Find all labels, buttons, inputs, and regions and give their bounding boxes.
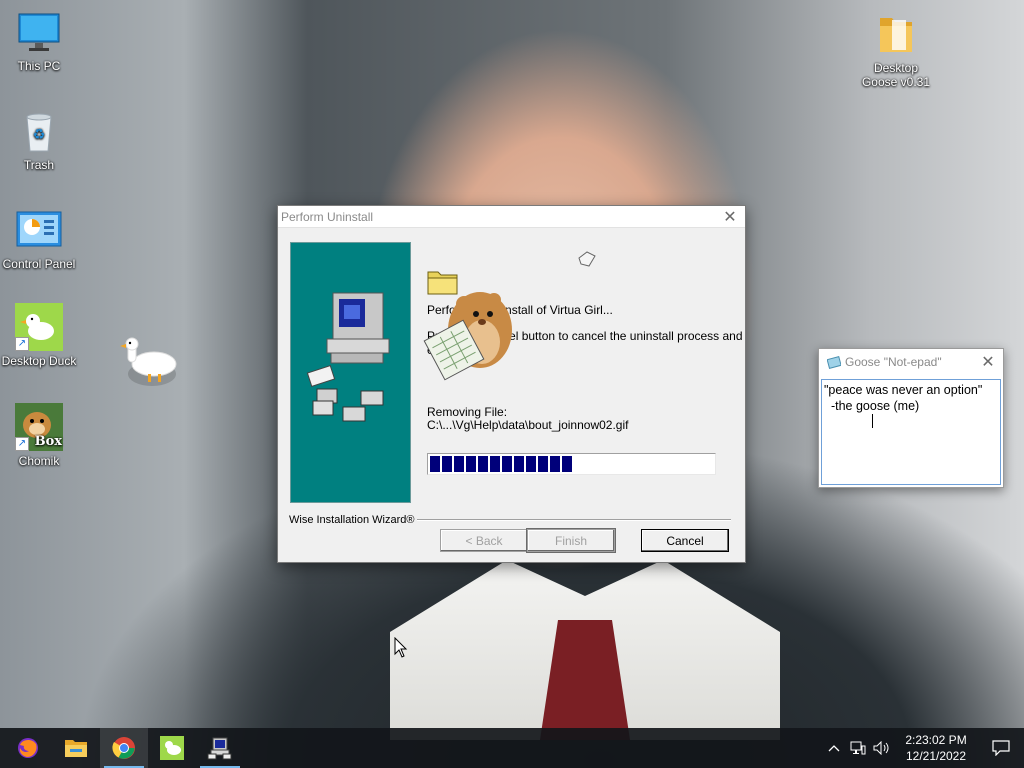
uninstall-wizard-window: Perform Uninstall ✕ Performing uninstall… bbox=[277, 205, 746, 563]
desktop-icon-label: Desktop Duck bbox=[1, 354, 77, 368]
desktop-goose-sprite[interactable] bbox=[118, 334, 182, 392]
taskbar-desktop-duck[interactable] bbox=[148, 728, 196, 768]
taskbar-file-explorer[interactable] bbox=[52, 728, 100, 768]
mouse-cursor-icon bbox=[394, 637, 408, 658]
progress-block bbox=[466, 456, 476, 472]
notification-center-icon[interactable] bbox=[978, 728, 1024, 768]
wizard-side-banner bbox=[290, 242, 411, 503]
firefox-icon bbox=[18, 738, 38, 758]
wizard-brand-label: Wise Installation Wizard® bbox=[289, 514, 418, 526]
goose-notepad-window: Goose "Not-epad" ✕ "peace was never an o… bbox=[818, 348, 1004, 488]
shortcut-arrow-icon: ↗ bbox=[15, 337, 29, 351]
show-hidden-icons-chevron-icon[interactable] bbox=[822, 728, 846, 768]
desktop-icon-label: This PC bbox=[17, 59, 61, 73]
taskbar-uninstaller[interactable] bbox=[196, 728, 244, 768]
folder-icon bbox=[872, 10, 920, 58]
file-explorer-icon bbox=[65, 740, 87, 757]
progress-block bbox=[502, 456, 512, 472]
volume-icon[interactable] bbox=[870, 728, 894, 768]
back-button[interactable]: < Back bbox=[440, 529, 528, 552]
control-panel-icon bbox=[15, 206, 63, 254]
desktop-icon-desktop-duck[interactable]: ↗ Desktop Duck bbox=[0, 303, 78, 368]
removing-file-path: C:\...\Vg\Help\data\bout_joinnow02.gif bbox=[427, 418, 629, 432]
notepad-titlebar[interactable]: Goose "Not-epad" ✕ bbox=[819, 349, 1003, 375]
progress-block bbox=[454, 456, 464, 472]
desktop-icon-control-panel[interactable]: Control Panel bbox=[0, 206, 78, 271]
window-title: Perform Uninstall bbox=[281, 209, 374, 224]
window-title: Goose "Not-epad" bbox=[845, 355, 942, 369]
desktop-icon-label: Desktop Goose v0.31 bbox=[861, 61, 931, 89]
box-badge: Box bbox=[34, 434, 62, 449]
hamster-sprite bbox=[423, 292, 512, 381]
duck-app-icon: ↗ bbox=[15, 303, 63, 351]
desktop-icon-label: Control Panel bbox=[2, 257, 76, 271]
progress-block bbox=[478, 456, 488, 472]
recycle-bin-icon: ♻ bbox=[15, 107, 63, 155]
desktop-icon-trash[interactable]: ♻ Trash bbox=[0, 107, 78, 172]
close-icon[interactable]: ✕ bbox=[715, 206, 745, 228]
progress-block bbox=[442, 456, 452, 472]
uninstall-progress-bar bbox=[427, 453, 716, 475]
desktop-icon-chomik[interactable]: Box ↗ Chomik bbox=[0, 403, 78, 468]
text-caret bbox=[872, 414, 873, 428]
notepad-icon bbox=[827, 355, 841, 369]
wizard-separator bbox=[411, 519, 731, 521]
taskbar-chrome[interactable] bbox=[100, 728, 148, 768]
progress-block bbox=[562, 456, 572, 472]
desktop-icon-desktop-goose-folder[interactable]: Desktop Goose v0.31 bbox=[857, 10, 935, 89]
flying-paper-icon bbox=[578, 251, 596, 267]
notepad-line: -the goose (me) bbox=[824, 399, 920, 413]
progress-block bbox=[430, 456, 440, 472]
removing-file-label: Removing File: bbox=[427, 405, 508, 419]
clock-time: 2:23:02 PM bbox=[905, 733, 967, 747]
svg-text:♻: ♻ bbox=[33, 127, 46, 143]
duck-app-icon bbox=[160, 736, 184, 760]
desktop-icon-this-pc[interactable]: This PC bbox=[0, 8, 78, 73]
network-icon[interactable] bbox=[846, 728, 870, 768]
hamster-box-icon: Box ↗ bbox=[15, 403, 63, 451]
progress-block bbox=[550, 456, 560, 472]
finish-button[interactable]: Finish bbox=[527, 529, 615, 552]
uninstaller-icon bbox=[207, 737, 232, 760]
notepad-line: "peace was never an option" bbox=[824, 383, 983, 397]
desktop-icon-label: Trash bbox=[23, 158, 55, 172]
progress-block bbox=[490, 456, 500, 472]
taskbar: 2:23:02 PM 12/21/2022 bbox=[0, 728, 1024, 768]
cancel-button[interactable]: Cancel bbox=[641, 529, 729, 552]
progress-block bbox=[514, 456, 524, 472]
taskbar-firefox[interactable] bbox=[4, 728, 52, 768]
monitor-icon bbox=[15, 8, 63, 56]
shortcut-arrow-icon: ↗ bbox=[15, 437, 29, 451]
notepad-text-area[interactable]: "peace was never an option" -the goose (… bbox=[821, 379, 1001, 485]
wizard-titlebar[interactable]: Perform Uninstall ✕ bbox=[278, 206, 745, 228]
chrome-icon bbox=[112, 737, 135, 759]
close-icon[interactable]: ✕ bbox=[973, 352, 1003, 372]
taskbar-clock[interactable]: 2:23:02 PM 12/21/2022 bbox=[894, 732, 978, 764]
clock-date: 12/21/2022 bbox=[905, 749, 967, 763]
desktop-icon-label: Chomik bbox=[18, 454, 60, 468]
progress-block bbox=[538, 456, 548, 472]
system-tray: 2:23:02 PM 12/21/2022 bbox=[822, 728, 1024, 768]
progress-block bbox=[526, 456, 536, 472]
